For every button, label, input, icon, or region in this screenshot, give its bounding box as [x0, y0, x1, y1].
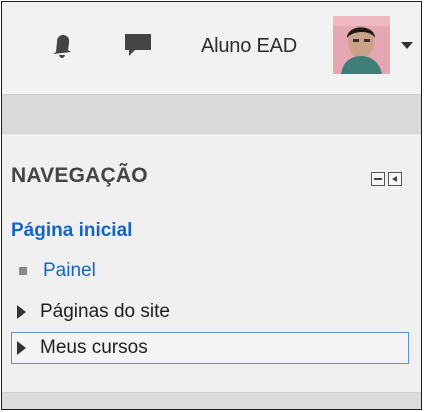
square-bullet-icon [19, 267, 27, 275]
nav-item-meus-cursos[interactable]: Meus cursos [11, 332, 409, 364]
header-divider-strip [2, 94, 421, 134]
minimize-icon[interactable] [371, 172, 385, 186]
bottom-strip [2, 392, 421, 409]
caret-down-icon[interactable] [401, 42, 413, 49]
expand-arrow-icon[interactable] [17, 305, 26, 319]
nav-item-label[interactable]: Páginas do site [40, 301, 170, 323]
dock-icon[interactable] [388, 172, 402, 186]
navigation-block: NAVEGAÇÃO Página inicial Painel Páginas … [2, 134, 421, 392]
block-controls [371, 172, 402, 186]
bell-icon[interactable] [50, 32, 74, 60]
nav-item-label[interactable]: Meus cursos [40, 337, 148, 359]
avatar[interactable] [333, 16, 390, 74]
speech-bubble-icon[interactable] [123, 32, 153, 58]
nav-item-painel[interactable]: Painel [11, 257, 96, 285]
block-title: NAVEGAÇÃO [11, 164, 148, 187]
window-frame: Aluno EAD NAVEGAÇÃO Página inicial Paine… [1, 1, 422, 410]
top-navbar: Aluno EAD [2, 2, 421, 94]
nav-item-paginas-do-site[interactable]: Páginas do site [11, 298, 170, 326]
nav-item-label[interactable]: Painel [43, 260, 96, 282]
home-link[interactable]: Página inicial [11, 220, 132, 242]
user-name[interactable]: Aluno EAD [201, 35, 297, 58]
expand-arrow-icon[interactable] [17, 341, 26, 355]
